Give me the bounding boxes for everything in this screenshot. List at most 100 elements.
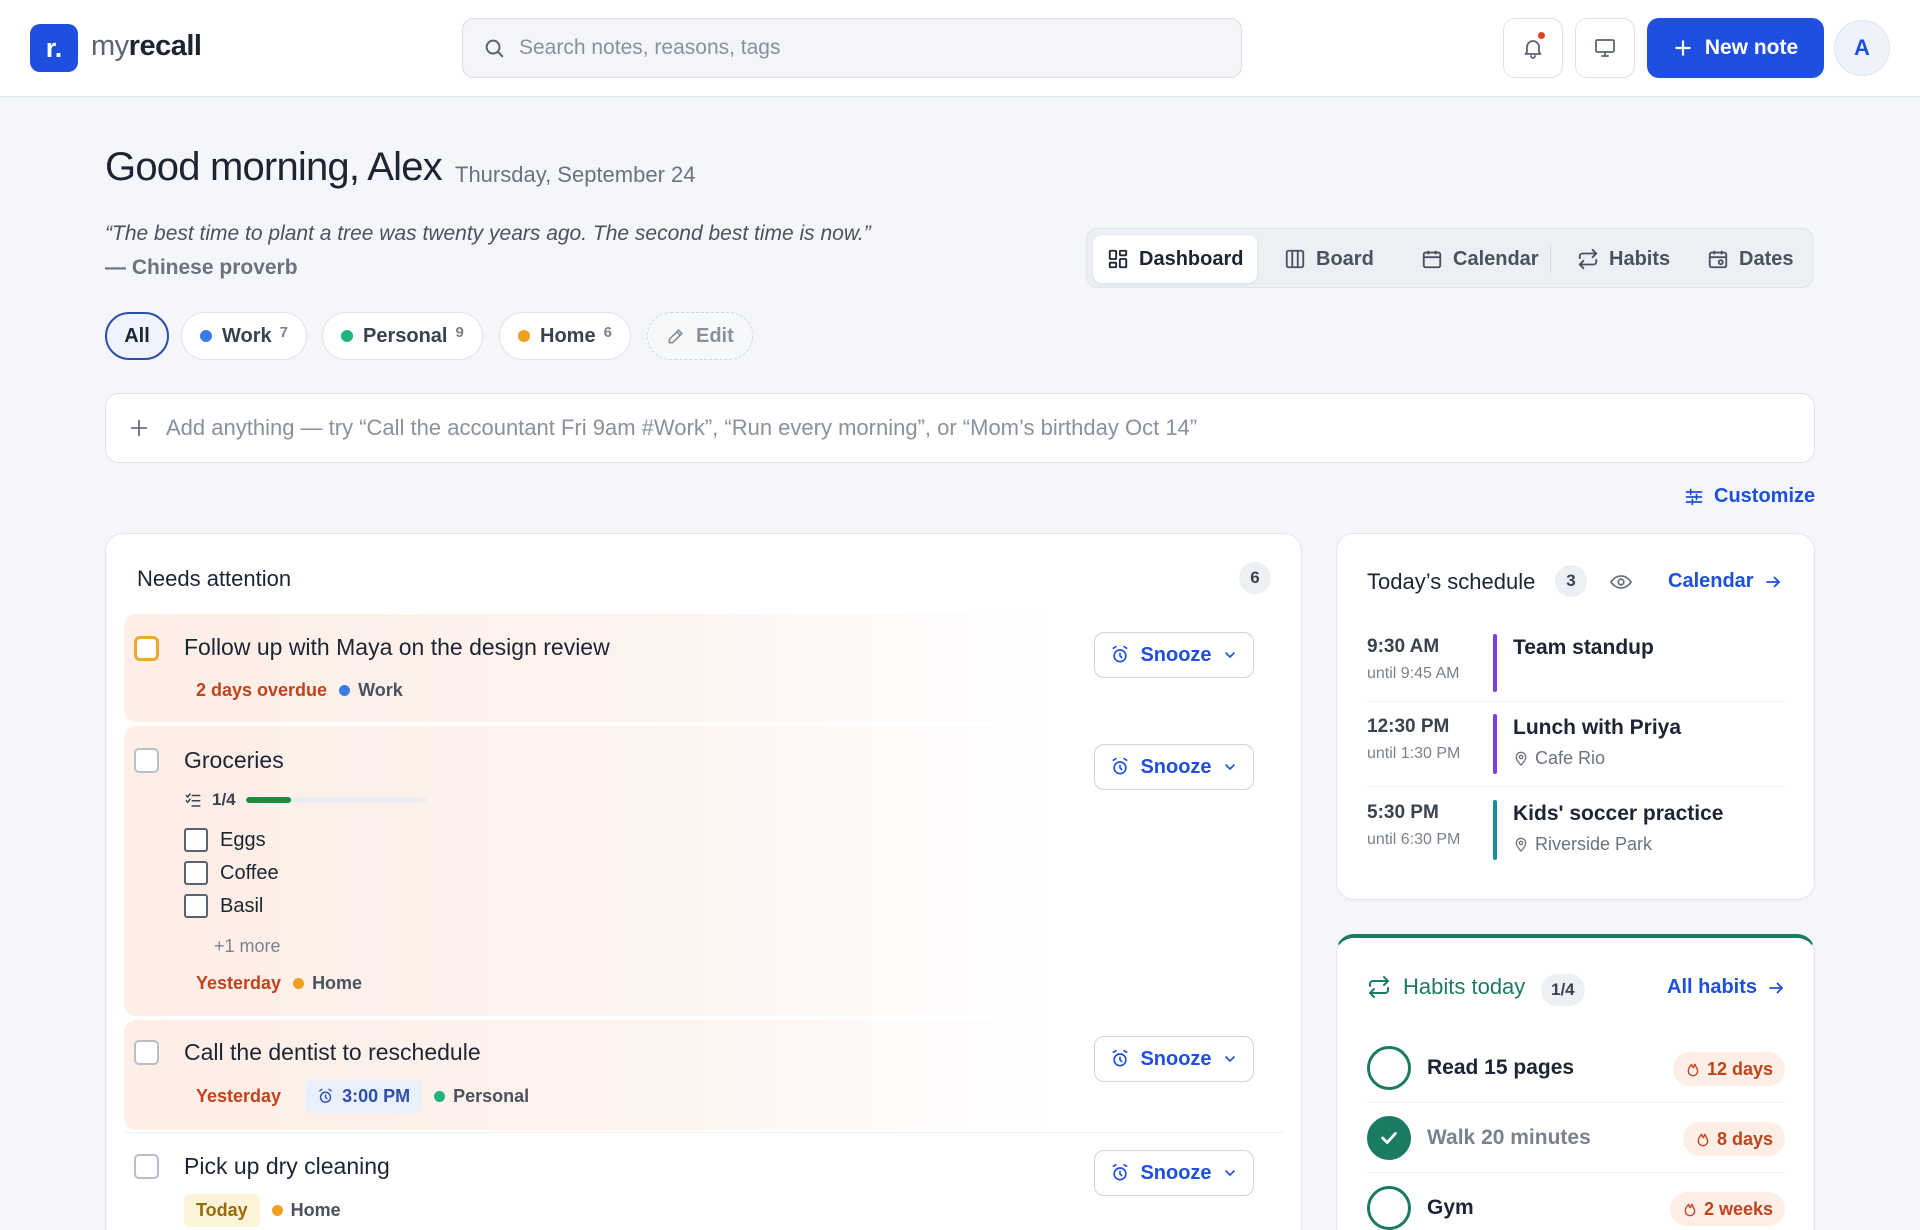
habit-check-circle[interactable] [1367, 1116, 1411, 1160]
customize-button[interactable]: Customize [1684, 485, 1815, 508]
habit-check-circle[interactable] [1367, 1186, 1411, 1230]
tab-dashboard[interactable]: Dashboard [1093, 235, 1258, 283]
habit-streak: 2 weeks [1669, 1192, 1785, 1226]
schedule-event[interactable]: 9:30 AM until 9:45 AM Team standup [1367, 634, 1785, 694]
search-input[interactable] [519, 36, 1199, 60]
tab-calendar[interactable]: Calendar [1407, 235, 1553, 283]
event-color-bar [1493, 714, 1497, 774]
event-location-label: Cafe Rio [1535, 748, 1606, 768]
search-bar[interactable] [462, 18, 1242, 78]
brand-bold: recall [128, 30, 202, 62]
task-item[interactable]: Groceries Snooze 1/4 Eggs Coffee Basil +… [124, 726, 1284, 1016]
task-item[interactable]: Follow up with Maya on the design review… [124, 614, 1284, 722]
filter-work-label: Work [222, 324, 272, 347]
tab-dashboard-label: Dashboard [1139, 247, 1244, 270]
checklist-progress-text: 1/4 [212, 790, 236, 809]
all-habits-link[interactable]: All habits [1667, 976, 1785, 999]
filter-all[interactable]: All [105, 312, 169, 360]
tab-habits[interactable]: Habits [1563, 235, 1684, 283]
plus-icon [128, 417, 150, 439]
search-icon [483, 37, 505, 59]
filter-work[interactable]: Work 7 [181, 312, 307, 360]
current-date: Thursday, September 24 [455, 162, 696, 187]
app-logo[interactable]: r. [30, 24, 78, 72]
calendar-heart-icon [1707, 248, 1729, 270]
schedule-event[interactable]: 5:30 PM until 6:30 PM Kids' soccer pract… [1367, 800, 1785, 862]
filter-home[interactable]: Home 6 [499, 312, 631, 360]
habit-item[interactable]: Gym 2 weeks [1367, 1178, 1785, 1230]
filter-personal[interactable]: Personal 9 [322, 312, 483, 360]
view-tabs: Dashboard Board Calendar Habits Dates [1086, 228, 1814, 288]
task-checkbox[interactable] [134, 748, 159, 773]
snooze-label: Snooze [1140, 643, 1212, 666]
edit-filters-button[interactable]: Edit [647, 312, 753, 360]
snooze-label: Snooze [1140, 1047, 1212, 1070]
plus-icon [1673, 38, 1693, 58]
habit-item[interactable]: Read 15 pages 12 days [1367, 1038, 1785, 1098]
checklist-icon [184, 791, 202, 809]
habit-item[interactable]: Walk 20 minutes 8 days [1367, 1108, 1785, 1168]
avatar[interactable]: A [1834, 20, 1890, 76]
snooze-button[interactable]: Snooze [1094, 744, 1254, 790]
notifications-button[interactable] [1503, 18, 1563, 78]
habit-streak: 12 days [1672, 1052, 1785, 1086]
event-color-bar [1493, 634, 1497, 692]
sliders-icon [1684, 487, 1704, 507]
snooze-button[interactable]: Snooze [1094, 1036, 1254, 1082]
tab-dates-label: Dates [1739, 247, 1794, 270]
needs-attention-title: Needs attention [137, 566, 292, 591]
checklist-checkbox[interactable] [184, 828, 208, 852]
calendar-link[interactable]: Calendar [1668, 570, 1782, 593]
task-checkbox[interactable] [134, 1040, 159, 1065]
event-divider [1367, 701, 1785, 702]
event-until: until 9:45 AM [1367, 665, 1460, 682]
home-dot [271, 1205, 283, 1216]
filter-home-count: 6 [603, 323, 612, 341]
needs-attention-card: Needs attention 6 Follow up with Maya on… [105, 533, 1302, 1230]
task-checkbox[interactable] [134, 636, 159, 661]
checklist-checkbox[interactable] [184, 861, 208, 885]
checklist-progress: 1/4 [184, 790, 426, 810]
chevron-down-icon [1222, 759, 1238, 775]
map-pin-icon [1513, 837, 1529, 853]
event-color-bar [1493, 800, 1497, 860]
display-button[interactable] [1575, 18, 1635, 78]
eye-icon[interactable] [1609, 570, 1633, 594]
checklist-checkbox[interactable] [184, 894, 208, 918]
checklist-more-link[interactable]: +1 more [214, 936, 281, 957]
checklist-item[interactable]: Eggs [184, 828, 266, 852]
event-until: until 6:30 PM [1367, 831, 1461, 848]
checklist-item[interactable]: Basil [184, 894, 263, 918]
alarm-clock-icon [1110, 1163, 1130, 1183]
needs-attention-count: 6 [1239, 562, 1271, 594]
tab-board[interactable]: Board [1270, 235, 1388, 283]
checklist-item[interactable]: Coffee [184, 861, 279, 885]
grid-icon [1107, 248, 1129, 270]
event-title: Kids' soccer practice [1513, 802, 1724, 825]
snooze-button[interactable]: Snooze [1094, 1150, 1254, 1196]
quick-add-bar[interactable] [105, 393, 1815, 463]
checklist-item-label: Basil [220, 894, 264, 917]
task-checkbox[interactable] [134, 1154, 159, 1179]
notification-dot [1536, 30, 1547, 41]
tab-dates[interactable]: Dates [1693, 235, 1807, 283]
new-note-button[interactable]: New note [1647, 18, 1824, 78]
task-item[interactable]: Call the dentist to reschedule Yesterday… [124, 1020, 1284, 1130]
work-dot [339, 685, 351, 696]
snooze-button[interactable]: Snooze [1094, 632, 1254, 678]
task-due: Today [184, 1194, 260, 1227]
habit-check-circle[interactable] [1367, 1046, 1411, 1090]
flame-icon [1685, 1061, 1701, 1077]
task-tag-label: Work [358, 680, 403, 700]
schedule-event[interactable]: 12:30 PM until 1:30 PM Lunch with Priya … [1367, 714, 1785, 776]
chevron-down-icon [1222, 1165, 1238, 1181]
task-item[interactable]: Pick up dry cleaning Today Home Snooze [124, 1134, 1284, 1230]
filter-personal-label: Personal [363, 324, 448, 347]
brand-prefix: my [91, 30, 129, 62]
task-tag-label: Home [312, 973, 363, 993]
event-time: 9:30 AM [1367, 636, 1440, 657]
task-tag-label: Personal [453, 1086, 530, 1106]
task-divider [124, 1132, 1284, 1133]
quick-add-input[interactable] [166, 415, 1766, 441]
new-note-label: New note [1704, 36, 1799, 59]
